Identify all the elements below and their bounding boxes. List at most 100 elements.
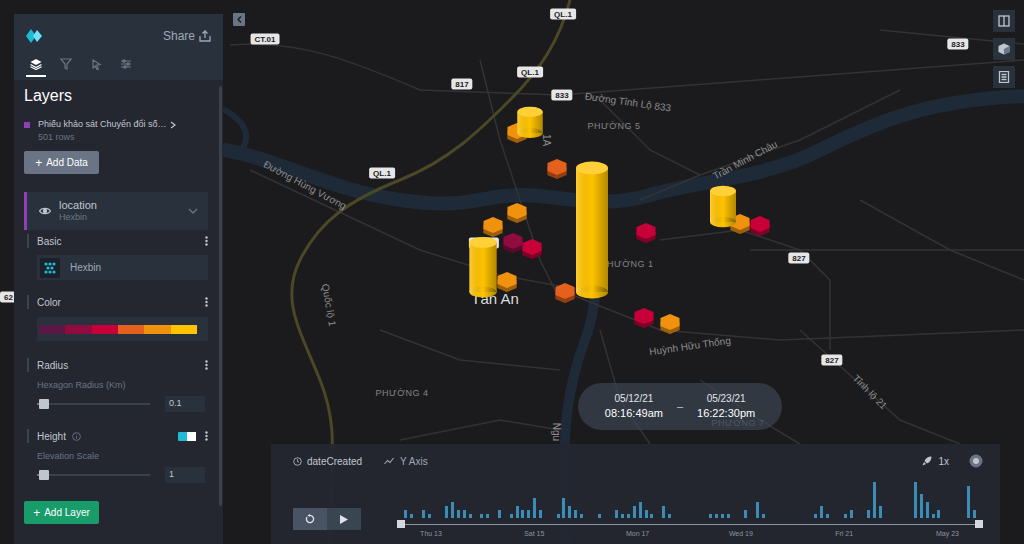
hexbin-cell[interactable] bbox=[556, 283, 575, 303]
value-input[interactable]: 1 bbox=[165, 467, 205, 483]
histogram-bar bbox=[621, 514, 624, 518]
slider-label: Hexagon Radius (Km) bbox=[37, 379, 213, 393]
hexbin-column[interactable] bbox=[469, 237, 496, 297]
histogram-bin bbox=[848, 476, 854, 518]
histogram-bin bbox=[889, 476, 895, 518]
panel-tab[interactable] bbox=[116, 53, 136, 77]
hexbin-column[interactable] bbox=[576, 162, 608, 299]
value-input[interactable]: 0.1 bbox=[165, 396, 205, 412]
height-toggle[interactable] bbox=[178, 432, 196, 441]
histogram-bar bbox=[932, 514, 935, 518]
histogram-bin bbox=[403, 476, 409, 518]
field-selector[interactable]: dateCreated bbox=[293, 454, 362, 469]
slider-handle[interactable] bbox=[39, 470, 49, 480]
play-button[interactable] bbox=[327, 508, 361, 530]
hexbin-cell[interactable] bbox=[637, 223, 656, 243]
histogram-bar bbox=[422, 510, 425, 518]
hexbin-cell[interactable] bbox=[523, 239, 542, 259]
column-top bbox=[469, 237, 496, 248]
animation-window-icon[interactable] bbox=[969, 454, 983, 468]
rocket-icon[interactable] bbox=[922, 456, 932, 466]
histogram-bin bbox=[854, 476, 860, 518]
histogram-bin bbox=[813, 476, 819, 518]
range-start-handle[interactable] bbox=[397, 520, 405, 528]
slider-handle[interactable] bbox=[39, 399, 49, 409]
hexbin-cell[interactable] bbox=[661, 314, 680, 334]
map-label: Huỳnh Hữu Thống bbox=[648, 333, 731, 359]
hexbin-cell[interactable] bbox=[635, 308, 654, 328]
reset-icon bbox=[305, 514, 315, 524]
axis-tick: Sat 15 bbox=[524, 529, 544, 539]
scrollbar[interactable] bbox=[219, 86, 222, 506]
layer-type-selector[interactable]: Hexbin bbox=[37, 255, 208, 280]
histogram-bin bbox=[502, 476, 508, 518]
histogram-bin bbox=[819, 476, 825, 518]
more-icon[interactable] bbox=[205, 360, 208, 370]
collapse-button[interactable] bbox=[233, 13, 245, 26]
add-data-button[interactable]: + Add Data bbox=[24, 151, 99, 174]
slider-track[interactable] bbox=[37, 470, 150, 480]
panel-tab[interactable] bbox=[26, 53, 46, 77]
panel-tab[interactable] bbox=[86, 53, 106, 77]
dataset-row[interactable]: Phiếu khảo sát Chuyển đổi số… 501 rows bbox=[24, 119, 213, 143]
hexbin-column[interactable] bbox=[710, 186, 736, 227]
hexbin-cell[interactable] bbox=[751, 216, 770, 236]
3d-map-button[interactable] bbox=[993, 38, 1015, 60]
split-icon bbox=[998, 15, 1010, 27]
color-ramp-selector[interactable] bbox=[37, 317, 208, 341]
histogram-bin bbox=[784, 476, 790, 518]
hexbin-cell[interactable] bbox=[548, 159, 567, 179]
speed-control[interactable]: 1x bbox=[938, 454, 949, 469]
hexbin-cell[interactable] bbox=[504, 233, 523, 253]
histogram-bar bbox=[445, 506, 448, 518]
hexbin-cell[interactable] bbox=[508, 203, 527, 223]
split-map-button[interactable] bbox=[993, 10, 1015, 32]
slider-track[interactable] bbox=[37, 399, 150, 409]
histogram-bar bbox=[410, 514, 413, 518]
histogram-bin bbox=[590, 476, 596, 518]
share-button[interactable]: Share bbox=[163, 27, 211, 45]
histogram-bin bbox=[543, 476, 549, 518]
eye-icon[interactable] bbox=[39, 205, 51, 217]
hexbin-column[interactable] bbox=[517, 107, 542, 138]
panel-header: Share bbox=[14, 14, 223, 80]
histogram-bar bbox=[451, 502, 454, 518]
histogram-bin bbox=[960, 476, 966, 518]
histogram-bin bbox=[901, 476, 907, 518]
kepler-logo-icon[interactable] bbox=[26, 29, 44, 43]
histogram-bar bbox=[756, 502, 759, 518]
legend-button[interactable] bbox=[993, 66, 1015, 88]
range-end-handle[interactable] bbox=[975, 520, 983, 528]
histogram-bin bbox=[667, 476, 673, 518]
panel-tab[interactable] bbox=[56, 53, 76, 77]
hexbin-cell[interactable] bbox=[484, 217, 503, 237]
histogram-bar bbox=[662, 506, 665, 518]
histogram-bin bbox=[860, 476, 866, 518]
histogram-bar bbox=[727, 514, 730, 518]
add-layer-button[interactable]: + Add Layer bbox=[24, 501, 99, 524]
histogram-bin bbox=[626, 476, 632, 518]
histogram-bin bbox=[696, 476, 702, 518]
more-icon[interactable] bbox=[205, 431, 208, 441]
map-label: PHƯỜNG 1 bbox=[601, 258, 654, 272]
info-icon[interactable] bbox=[72, 432, 81, 441]
histogram-bin bbox=[467, 476, 473, 518]
histogram-bin bbox=[608, 476, 614, 518]
reset-button[interactable] bbox=[293, 508, 327, 530]
chevron-down-icon[interactable] bbox=[188, 208, 198, 214]
axis-tick: Mon 17 bbox=[626, 529, 649, 539]
histogram-bin bbox=[737, 476, 743, 518]
layer-card[interactable]: location Hexbin bbox=[24, 192, 208, 230]
section-title: Basic bbox=[27, 234, 213, 248]
histogram-bar bbox=[879, 506, 882, 518]
histogram-bin bbox=[637, 476, 643, 518]
histogram-bar bbox=[650, 514, 653, 518]
histogram-bin bbox=[942, 476, 948, 518]
more-icon[interactable] bbox=[205, 236, 208, 246]
histogram-bin bbox=[702, 476, 708, 518]
axis-tick: Thu 13 bbox=[420, 529, 442, 539]
hexbin-cell[interactable] bbox=[498, 272, 517, 292]
y-axis-selector[interactable]: Y Axis bbox=[384, 454, 428, 469]
more-icon[interactable] bbox=[205, 297, 208, 307]
time-range-slider[interactable] bbox=[397, 520, 983, 528]
